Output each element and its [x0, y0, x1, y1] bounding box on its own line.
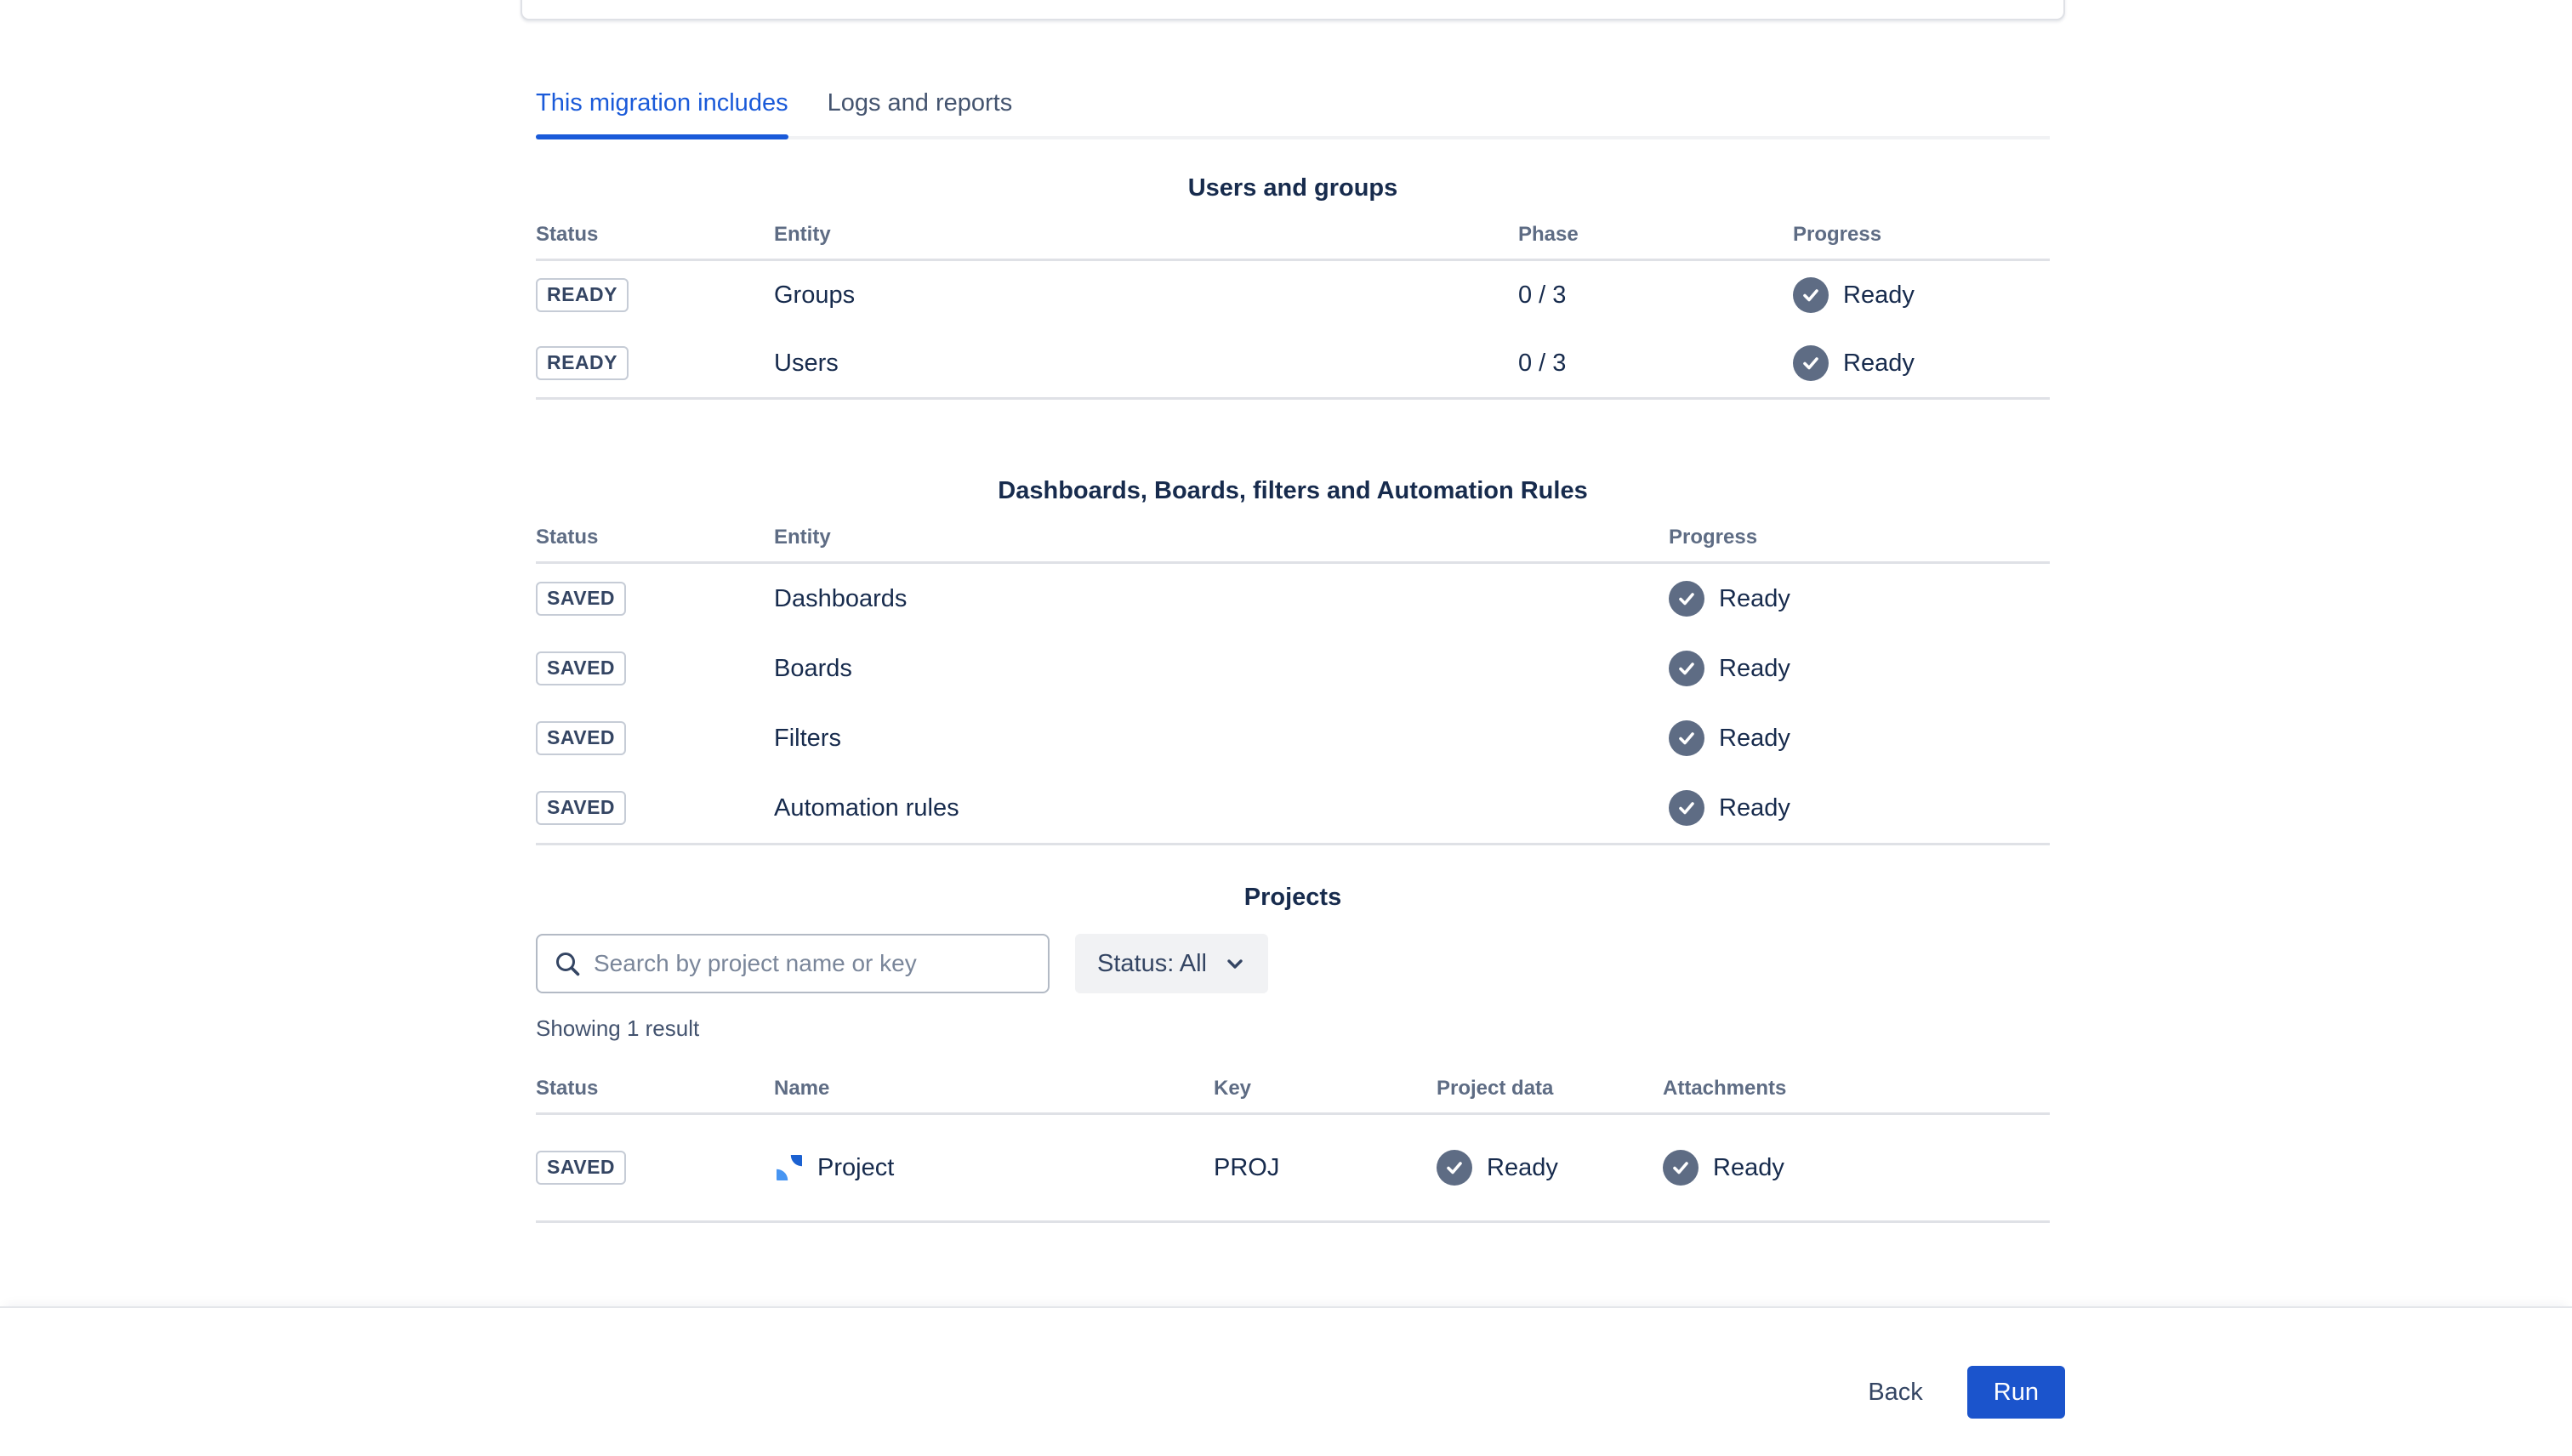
status-badge: SAVED: [536, 791, 626, 825]
column-header-name: Name: [774, 1077, 1214, 1101]
entity-label: Dashboards: [774, 585, 1669, 613]
column-header-entity: Entity: [774, 223, 1518, 247]
search-icon: [553, 949, 582, 978]
check-circle-icon: [1669, 720, 1704, 756]
progress-label: Ready: [1719, 585, 1790, 613]
check-circle-icon: [1669, 790, 1704, 826]
check-circle-icon: [1793, 345, 1829, 381]
check-circle-icon: [1669, 651, 1704, 686]
results-count: Showing 1 result: [536, 1015, 2050, 1041]
table-row: SAVED Project PROJ Ready Ready: [536, 1115, 2050, 1220]
table-row: SAVED Automation rules Ready: [536, 773, 2050, 843]
chevron-down-icon: [1224, 953, 1246, 975]
entity-label: Automation rules: [774, 794, 1669, 822]
column-header-key: Key: [1214, 1077, 1437, 1101]
table-row: READY Users 0 / 3 Ready: [536, 329, 2050, 397]
dashboards-table-header: Status Entity Progress: [536, 526, 2050, 564]
projects-table-header: Status Name Key Project data Attachments: [536, 1077, 2050, 1115]
project-name: Project: [817, 1154, 894, 1182]
run-button[interactable]: Run: [1967, 1366, 2065, 1419]
dashboards-table: SAVED Dashboards Ready SAVED Boards Read…: [536, 564, 2050, 845]
users-groups-table-header: Status Entity Phase Progress: [536, 223, 2050, 261]
check-circle-icon: [1669, 581, 1704, 617]
status-badge: READY: [536, 346, 629, 380]
column-header-project-data: Project data: [1437, 1077, 1663, 1101]
column-header-attachments: Attachments: [1663, 1077, 2050, 1101]
column-header-progress: Progress: [1793, 223, 2050, 247]
check-circle-icon: [1437, 1150, 1472, 1186]
back-button[interactable]: Back: [1858, 1367, 1932, 1419]
status-badge: SAVED: [536, 721, 626, 755]
projects-table: SAVED Project PROJ Ready Ready: [536, 1115, 2050, 1223]
tab-bar: This migration includes Logs and reports: [536, 88, 2050, 139]
entity-label: Boards: [774, 655, 1669, 683]
users-groups-title: Users and groups: [536, 173, 2050, 202]
project-key: PROJ: [1214, 1154, 1437, 1182]
tab-this-migration-includes[interactable]: This migration includes: [536, 88, 788, 136]
status-filter-label: Status: All: [1097, 950, 1207, 978]
column-header-progress: Progress: [1669, 526, 2050, 549]
column-header-phase: Phase: [1518, 223, 1793, 247]
progress-label: Ready: [1843, 350, 1915, 378]
check-circle-icon: [1663, 1150, 1699, 1186]
progress-label: Ready: [1719, 655, 1790, 683]
phase-value: 0 / 3: [1518, 350, 1793, 378]
table-row: SAVED Dashboards Ready: [536, 564, 2050, 634]
progress-label: Ready: [1719, 725, 1790, 753]
projects-section-title: Projects: [536, 883, 2050, 912]
check-circle-icon: [1793, 277, 1829, 313]
status-badge: SAVED: [536, 582, 626, 616]
phase-value: 0 / 3: [1518, 282, 1793, 310]
search-input[interactable]: [594, 950, 1033, 977]
progress-label: Ready: [1719, 794, 1790, 822]
attachments-status: Ready: [1713, 1154, 1784, 1182]
progress-label: Ready: [1843, 282, 1915, 310]
table-row: SAVED Filters Ready: [536, 703, 2050, 773]
column-header-status: Status: [536, 526, 774, 549]
column-header-status: Status: [536, 1077, 774, 1101]
table-row: SAVED Boards Ready: [536, 634, 2050, 703]
projects-controls: Status: All: [536, 934, 2050, 993]
project-data-status: Ready: [1487, 1154, 1558, 1182]
column-header-entity: Entity: [774, 526, 1669, 549]
table-row: READY Groups 0 / 3 Ready: [536, 261, 2050, 329]
migration-details-content: This migration includes Logs and reports…: [536, 0, 2050, 1223]
entity-label: Groups: [774, 282, 1518, 310]
dashboards-section-title: Dashboards, Boards, filters and Automati…: [536, 476, 2050, 505]
entity-label: Filters: [774, 725, 1669, 753]
tab-logs-and-reports[interactable]: Logs and reports: [828, 88, 1013, 136]
project-search-field[interactable]: [536, 934, 1050, 993]
status-filter-dropdown[interactable]: Status: All: [1075, 934, 1268, 993]
status-badge: SAVED: [536, 1151, 626, 1185]
wizard-footer: Back Run: [0, 1306, 2572, 1456]
users-groups-table: READY Groups 0 / 3 Ready READY Users 0 /…: [536, 261, 2050, 400]
column-header-status: Status: [536, 223, 774, 247]
entity-label: Users: [774, 350, 1518, 378]
status-badge: SAVED: [536, 651, 626, 685]
jira-project-icon: [774, 1152, 805, 1183]
status-badge: READY: [536, 278, 629, 312]
